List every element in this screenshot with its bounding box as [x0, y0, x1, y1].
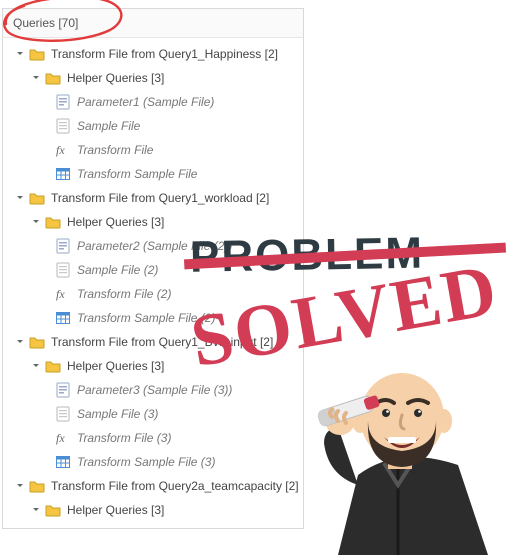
folder-icon: [29, 478, 45, 494]
folder-row[interactable]: Transform File from Query1_workload [2]: [3, 186, 303, 210]
parameter-item[interactable]: Parameter1 (Sample File): [3, 90, 303, 114]
helper-folder-row[interactable]: Helper Queries [3]: [3, 498, 303, 522]
table-icon: [55, 454, 71, 470]
folder-icon: [45, 502, 61, 518]
parameter-icon: [55, 382, 71, 398]
table-item[interactable]: Transform Sample File: [3, 162, 303, 186]
folder-row[interactable]: Transform File from Query2a_teamcapacity…: [3, 474, 303, 498]
table-icon: [55, 310, 71, 326]
file-item[interactable]: Sample File (2): [3, 258, 303, 282]
chevron-down-icon[interactable]: [31, 218, 41, 226]
parameter-item[interactable]: Parameter2 (Sample File (2)): [3, 234, 303, 258]
svg-text:fx: fx: [56, 431, 65, 445]
svg-text:fx: fx: [56, 143, 65, 157]
file-icon: [55, 406, 71, 422]
query-item-label: Parameter2 (Sample File (2)): [77, 239, 232, 253]
query-item-label: Transform File (3): [77, 431, 171, 445]
helper-folder-row[interactable]: Helper Queries [3]: [3, 66, 303, 90]
table-item[interactable]: Transform Sample File (2): [3, 306, 303, 330]
fx-icon: fx: [55, 142, 71, 158]
folder-icon: [45, 214, 61, 230]
helper-folder-row[interactable]: Helper Queries [3]: [3, 354, 303, 378]
folder-icon: [45, 358, 61, 374]
queries-header-label: Queries [70]: [13, 16, 78, 30]
queries-panel-header: Queries [70]: [3, 9, 303, 38]
chevron-down-icon[interactable]: [15, 482, 25, 490]
query-item-label: Sample File (2): [77, 263, 158, 277]
chevron-down-icon[interactable]: [31, 74, 41, 82]
file-item[interactable]: Sample File (3): [3, 402, 303, 426]
chevron-down-icon[interactable]: [31, 362, 41, 370]
fx-icon: fx: [55, 286, 71, 302]
query-item-label: Transform Sample File (3): [77, 455, 215, 469]
helper-folder-label: Helper Queries [3]: [67, 71, 164, 85]
helper-folder-label: Helper Queries [3]: [67, 215, 164, 229]
chevron-down-icon[interactable]: [31, 506, 41, 514]
query-item-label: Sample File: [77, 119, 140, 133]
query-item-label: Transform File: [77, 143, 153, 157]
function-item[interactable]: fx Transform File (3): [3, 426, 303, 450]
query-item-label: Transform Sample File (2): [77, 311, 215, 325]
file-icon: [55, 118, 71, 134]
query-item-label: Parameter1 (Sample File): [77, 95, 214, 109]
parameter-item[interactable]: Parameter3 (Sample File (3)): [3, 378, 303, 402]
folder-label: Transform File from Query1_Happiness [2]: [51, 47, 278, 61]
query-item-label: Transform Sample File: [77, 167, 197, 181]
file-item[interactable]: Sample File: [3, 114, 303, 138]
function-item[interactable]: fx Transform File (2): [3, 282, 303, 306]
folder-label: Transform File from Query1_BW_input [2]: [51, 335, 273, 349]
query-item-label: Transform File (2): [77, 287, 171, 301]
queries-tree: Transform File from Query1_Happiness [2]…: [3, 38, 303, 528]
chevron-down-icon[interactable]: [15, 50, 25, 58]
table-icon: [55, 166, 71, 182]
fx-icon: fx: [55, 430, 71, 446]
queries-panel: Queries [70] Transform File from Query1_…: [2, 8, 304, 529]
query-item-label: Parameter3 (Sample File (3)): [77, 383, 232, 397]
helper-folder-row[interactable]: Helper Queries [3]: [3, 210, 303, 234]
folder-icon: [45, 70, 61, 86]
table-item[interactable]: Transform Sample File (3): [3, 450, 303, 474]
folder-icon: [29, 46, 45, 62]
folder-row[interactable]: Transform File from Query1_Happiness [2]: [3, 42, 303, 66]
folder-label: Transform File from Query1_workload [2]: [51, 191, 269, 205]
folder-label: Transform File from Query2a_teamcapacity…: [51, 479, 299, 493]
chevron-down-icon[interactable]: [15, 338, 25, 346]
parameter-icon: [55, 94, 71, 110]
folder-row[interactable]: Transform File from Query1_BW_input [2]: [3, 330, 303, 354]
helper-folder-label: Helper Queries [3]: [67, 359, 164, 373]
helper-folder-label: Helper Queries [3]: [67, 503, 164, 517]
chevron-down-icon[interactable]: [15, 194, 25, 202]
folder-icon: [29, 334, 45, 350]
function-item[interactable]: fx Transform File: [3, 138, 303, 162]
file-icon: [55, 262, 71, 278]
avatar-illustration: [288, 325, 508, 555]
parameter-icon: [55, 238, 71, 254]
svg-text:fx: fx: [56, 287, 65, 301]
folder-icon: [29, 190, 45, 206]
query-item-label: Sample File (3): [77, 407, 158, 421]
